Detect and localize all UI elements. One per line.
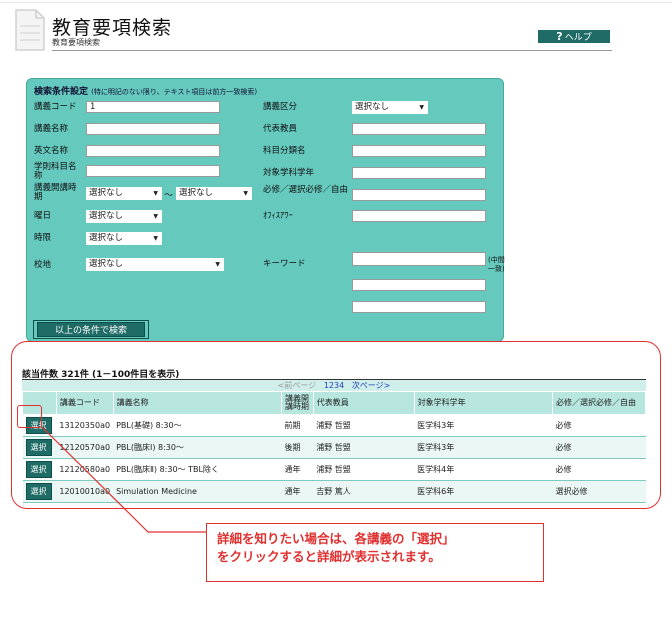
annotation-line-1: 詳細を知りたい場合は、各講義の「選択」 [217,531,455,546]
annotation-callout: 詳細を知りたい場合は、各講義の「選択」 をクリックすると詳細が表示されます。 [206,523,544,582]
annotation-line-2: をクリックすると詳細が表示されます。 [217,549,441,564]
